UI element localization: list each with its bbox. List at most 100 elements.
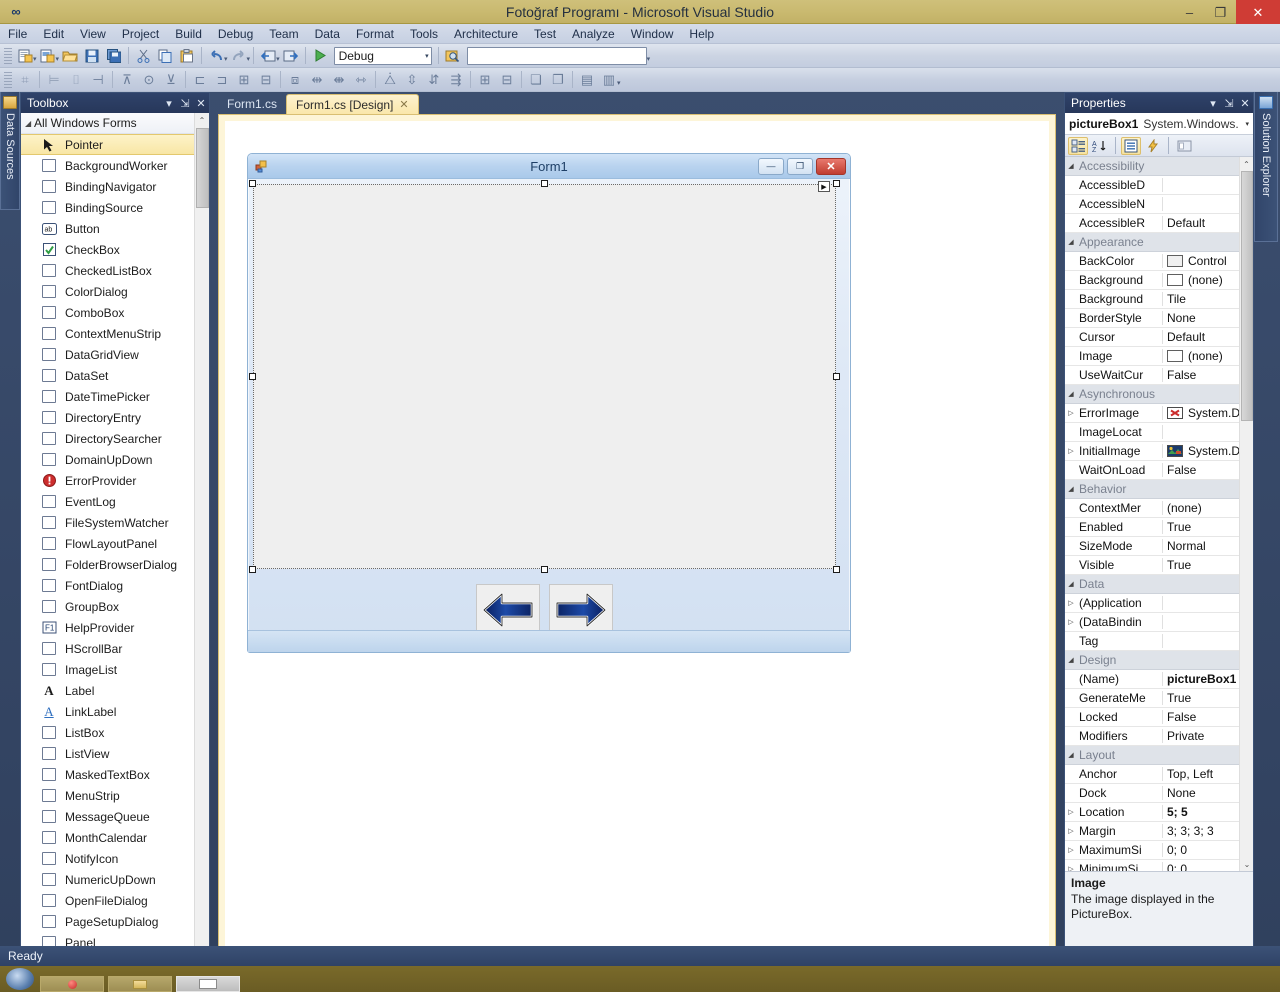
toolbox-item-contextmenustrip[interactable]: ContextMenuStrip bbox=[21, 323, 209, 344]
property-row[interactable]: Tag bbox=[1065, 632, 1239, 651]
find-input[interactable] bbox=[466, 46, 647, 65]
property-category[interactable]: ◢ Asynchronous bbox=[1065, 385, 1239, 404]
toolbox-item-openfiledialog[interactable]: OpenFileDialog bbox=[21, 890, 209, 911]
smart-tag-glyph[interactable]: ▶ bbox=[818, 181, 830, 192]
close-button[interactable]: ✕ bbox=[1236, 0, 1280, 24]
toolbox-item-eventlog[interactable]: EventLog bbox=[21, 491, 209, 512]
selection-handle-top-left[interactable] bbox=[249, 180, 256, 187]
menu-item-format[interactable]: Format bbox=[348, 25, 402, 43]
property-expander-icon[interactable]: ▷ bbox=[1065, 618, 1077, 626]
vertical-spacing-decrease-icon[interactable]: ⇵ bbox=[423, 69, 445, 90]
toolbox-dropdown-icon[interactable]: ▾ bbox=[161, 97, 177, 110]
start-orb-icon[interactable] bbox=[6, 968, 34, 990]
property-value[interactable]: Private bbox=[1163, 729, 1239, 743]
sidebar-item-solution-explorer[interactable]: Solution Explorer bbox=[1254, 92, 1278, 242]
menu-item-edit[interactable]: Edit bbox=[35, 25, 72, 43]
property-expander-icon[interactable]: ▷ bbox=[1065, 808, 1077, 816]
category-expander-icon[interactable]: ◢ bbox=[1065, 238, 1077, 246]
property-row[interactable]: BorderStyle None bbox=[1065, 309, 1239, 328]
center-horizontally-icon[interactable]: ⊞ bbox=[474, 69, 496, 90]
property-row[interactable]: AccessibleR Default bbox=[1065, 214, 1239, 233]
menu-item-view[interactable]: View bbox=[72, 25, 114, 43]
toolbox-scrollbar[interactable]: ⌃ ⌄ bbox=[194, 113, 209, 957]
property-row[interactable]: SizeMode Normal bbox=[1065, 537, 1239, 556]
tab-form1-cs[interactable]: Form1.cs bbox=[218, 94, 286, 114]
property-value[interactable]: None bbox=[1163, 311, 1239, 325]
property-row[interactable]: ▷ ErrorImage System.Dr bbox=[1065, 404, 1239, 423]
property-value[interactable]: Tile bbox=[1163, 292, 1239, 306]
vertical-spacing-increase-icon[interactable]: ⇳ bbox=[401, 69, 423, 90]
property-row[interactable]: Enabled True bbox=[1065, 518, 1239, 537]
minimize-button[interactable]: – bbox=[1174, 0, 1205, 24]
property-row[interactable]: Cursor Default bbox=[1065, 328, 1239, 347]
toolbox-item-errorprovider[interactable]: ErrorProvider bbox=[21, 470, 209, 491]
category-expander-icon[interactable]: ◢ bbox=[1065, 751, 1077, 759]
toolbox-item-colordialog[interactable]: ColorDialog bbox=[21, 281, 209, 302]
toolbox-item-checkbox[interactable]: CheckBox bbox=[21, 239, 209, 260]
properties-close-icon[interactable]: ✕ bbox=[1237, 97, 1253, 110]
property-row[interactable]: ▷ Location 5; 5 bbox=[1065, 803, 1239, 822]
selection-handle-bottom-center[interactable] bbox=[541, 566, 548, 573]
toolbox-item-directorysearcher[interactable]: DirectorySearcher bbox=[21, 428, 209, 449]
property-value[interactable]: Default bbox=[1163, 216, 1239, 230]
picturebox1-control[interactable] bbox=[253, 184, 836, 569]
toolbox-item-linklabel[interactable]: A LinkLabel bbox=[21, 701, 209, 722]
button-next[interactable] bbox=[549, 584, 613, 636]
navigate-forward-icon[interactable] bbox=[280, 45, 302, 66]
property-pages-button[interactable] bbox=[1174, 137, 1194, 155]
toolbox-item-pointer[interactable]: Pointer bbox=[21, 134, 209, 155]
menu-item-project[interactable]: Project bbox=[114, 25, 167, 43]
property-category[interactable]: ◢ Behavior bbox=[1065, 480, 1239, 499]
property-value[interactable]: System.Dr bbox=[1163, 444, 1239, 458]
redo-icon[interactable] bbox=[228, 45, 250, 66]
lock-controls-icon[interactable]: ▥ bbox=[598, 69, 620, 90]
categorized-view-button[interactable] bbox=[1068, 136, 1088, 155]
scrollbar-thumb[interactable] bbox=[1241, 171, 1253, 421]
size-to-grid-icon[interactable]: ⊞ bbox=[233, 69, 255, 90]
selection-handle-top-center[interactable] bbox=[541, 180, 548, 187]
toolbox-close-icon[interactable]: ✕ bbox=[193, 97, 209, 110]
expander-icon[interactable]: ◢ bbox=[25, 119, 34, 128]
property-row[interactable]: Modifiers Private bbox=[1065, 727, 1239, 746]
tab-close-icon[interactable]: ✕ bbox=[399, 98, 408, 111]
align-tops-icon[interactable]: ⊼ bbox=[116, 69, 138, 90]
property-row[interactable]: Anchor Top, Left bbox=[1065, 765, 1239, 784]
property-value[interactable]: None bbox=[1163, 786, 1239, 800]
horizontal-spacing-decrease-icon[interactable]: ⇼ bbox=[328, 69, 350, 90]
toolbox-group-all-windows-forms[interactable]: ◢ All Windows Forms bbox=[21, 113, 209, 134]
find-dropdown-icon[interactable]: ▾ bbox=[647, 55, 651, 67]
property-row[interactable]: ▷ Margin 3; 3; 3; 3 bbox=[1065, 822, 1239, 841]
toolbox-item-datagridview[interactable]: DataGridView bbox=[21, 344, 209, 365]
size-to-fit-icon[interactable]: ⊟ bbox=[255, 69, 277, 90]
property-value[interactable]: 3; 3; 3; 3 bbox=[1163, 824, 1239, 838]
property-value[interactable]: pictureBox1 bbox=[1163, 672, 1239, 686]
property-row[interactable]: GenerateMe True bbox=[1065, 689, 1239, 708]
property-expander-icon[interactable]: ▷ bbox=[1065, 846, 1077, 854]
toolbar-grip[interactable] bbox=[4, 47, 12, 64]
property-row[interactable]: UseWaitCur False bbox=[1065, 366, 1239, 385]
toolbox-item-folderbrowserdialog[interactable]: FolderBrowserDialog bbox=[21, 554, 209, 575]
vertical-spacing-remove-icon[interactable]: ⇶ bbox=[445, 69, 467, 90]
property-row[interactable]: AccessibleN bbox=[1065, 195, 1239, 214]
menu-item-analyze[interactable]: Analyze bbox=[564, 25, 623, 43]
property-expander-icon[interactable]: ▷ bbox=[1065, 865, 1077, 871]
form-designer-window[interactable]: Form1 — ❐ ✕ ▶ bbox=[247, 153, 851, 653]
property-value[interactable]: Normal bbox=[1163, 539, 1239, 553]
toolbox-item-flowlayoutpanel[interactable]: FlowLayoutPanel bbox=[21, 533, 209, 554]
category-expander-icon[interactable]: ◢ bbox=[1065, 656, 1077, 664]
property-value[interactable]: True bbox=[1163, 691, 1239, 705]
open-file-icon[interactable] bbox=[59, 45, 81, 66]
properties-button[interactable] bbox=[1121, 136, 1141, 155]
property-category[interactable]: ◢ Data bbox=[1065, 575, 1239, 594]
scroll-down-icon[interactable]: ⌄ bbox=[1240, 857, 1253, 871]
toolbox-item-button[interactable]: ab Button bbox=[21, 218, 209, 239]
property-row[interactable]: Dock None bbox=[1065, 784, 1239, 803]
form-close-button[interactable]: ✕ bbox=[816, 157, 846, 175]
design-surface[interactable]: Form1 — ❐ ✕ ▶ bbox=[225, 121, 1049, 947]
toolbox-item-label[interactable]: A Label bbox=[21, 680, 209, 701]
toolbox-item-checkedlistbox[interactable]: CheckedListBox bbox=[21, 260, 209, 281]
menu-item-data[interactable]: Data bbox=[307, 25, 348, 43]
menu-item-tools[interactable]: Tools bbox=[402, 25, 446, 43]
sidebar-item-data-sources[interactable]: Data Sources bbox=[0, 92, 20, 210]
menu-item-file[interactable]: File bbox=[0, 25, 35, 43]
